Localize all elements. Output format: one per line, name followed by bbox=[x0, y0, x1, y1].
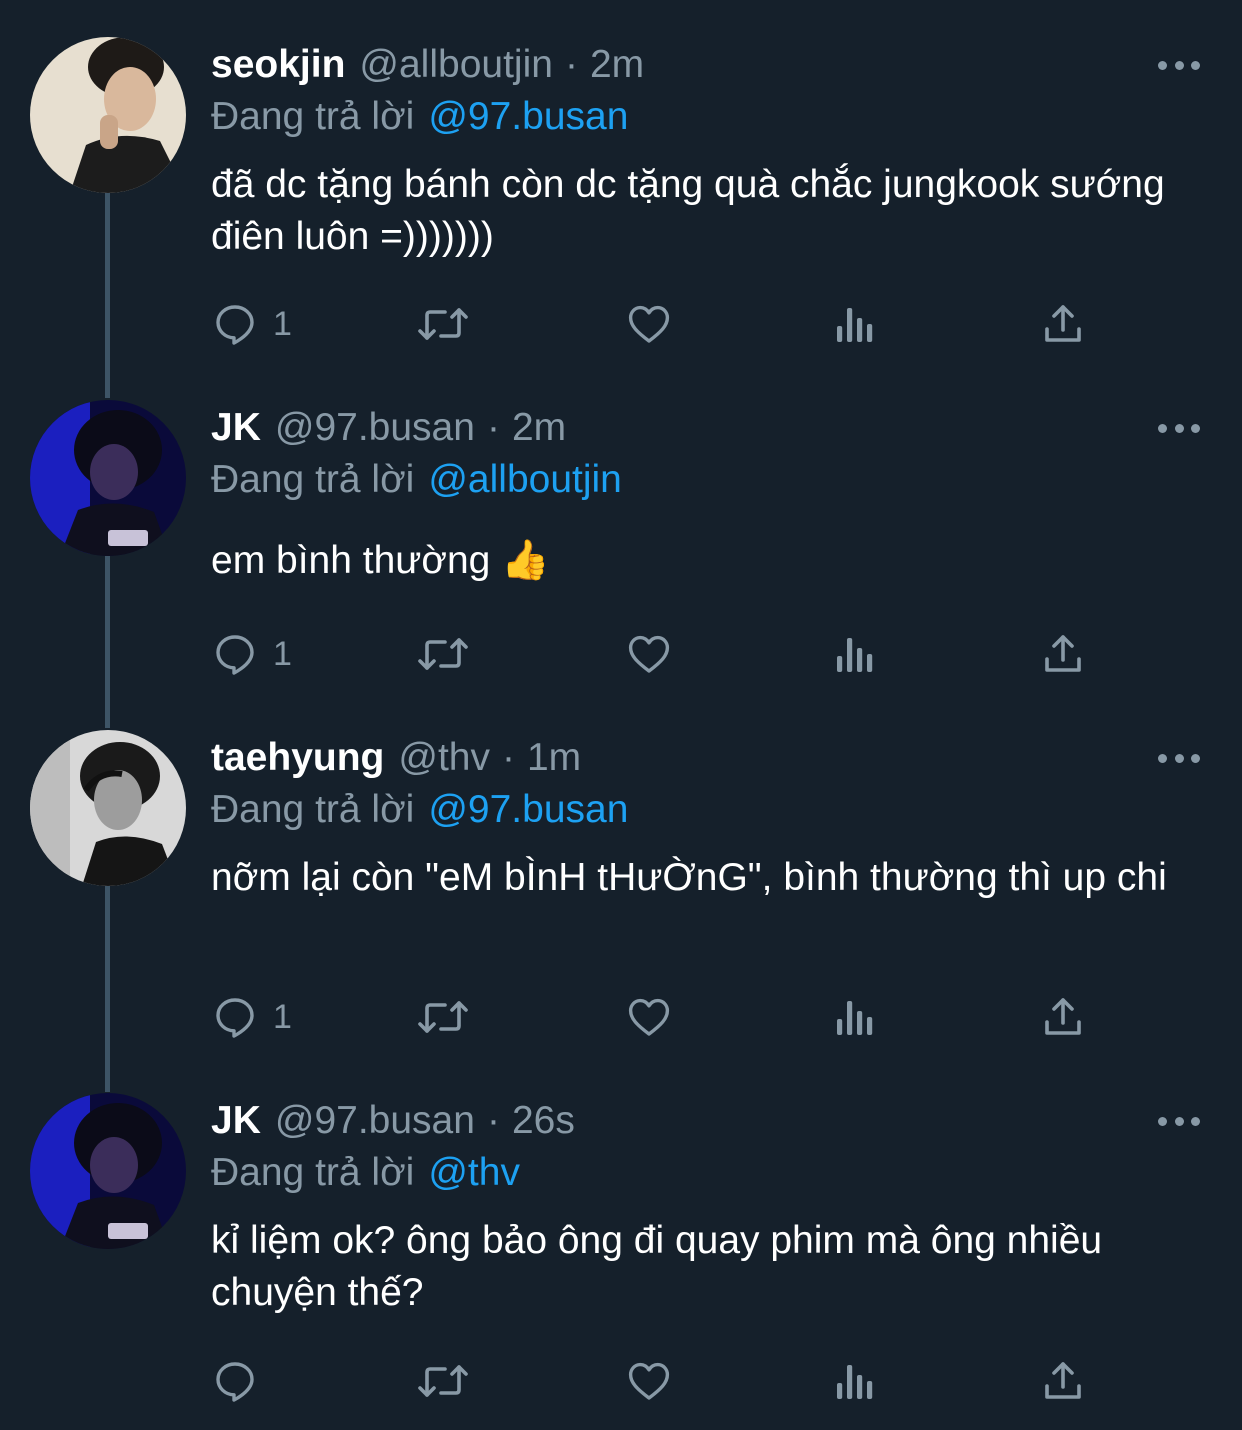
replying-to: Đang trả lời @97.busan bbox=[211, 91, 628, 143]
tweet-header: JK @97.busan · 2m bbox=[211, 402, 566, 454]
tweet-text: em bình thường 👍 bbox=[211, 539, 550, 582]
thread-line-2 bbox=[105, 556, 110, 728]
stats-button[interactable] bbox=[833, 294, 877, 354]
like-icon bbox=[628, 1362, 670, 1400]
share-icon bbox=[1045, 1362, 1081, 1399]
replying-label: Đang trả lời bbox=[211, 458, 415, 501]
replying-to: Đang trả lời @97.busan bbox=[211, 784, 628, 836]
tweet-text: kỉ liệm ok? ông bảo ông đi quay phim mà … bbox=[211, 1219, 1103, 1314]
reply-mention-link[interactable]: @allboutjin bbox=[428, 458, 622, 501]
share-button[interactable] bbox=[1039, 294, 1087, 354]
tweet-actions: 1 bbox=[211, 624, 1091, 684]
avatar[interactable] bbox=[30, 400, 186, 556]
user-name[interactable]: JK bbox=[211, 1095, 261, 1147]
replying-to: Đang trả lời @thv bbox=[211, 1147, 520, 1199]
user-name[interactable]: seokjin bbox=[211, 39, 345, 91]
timestamp[interactable]: 2m bbox=[590, 39, 644, 91]
retweet-icon bbox=[418, 1365, 468, 1397]
reply-count: 1 bbox=[273, 997, 292, 1036]
timestamp[interactable]: 1m bbox=[527, 732, 581, 784]
share-icon bbox=[1045, 305, 1081, 342]
user-name[interactable]: taehyung bbox=[211, 732, 384, 784]
timestamp[interactable]: 26s bbox=[512, 1095, 575, 1147]
stats-icon bbox=[837, 308, 873, 342]
reply-mention-link[interactable]: @97.busan bbox=[428, 788, 628, 831]
tweet-text: nỡm lại còn "eM bÌnH tHưỜnG", bình thườn… bbox=[211, 856, 1167, 899]
replying-label: Đang trả lời bbox=[211, 1151, 415, 1194]
like-icon bbox=[628, 305, 670, 343]
tweet-actions: 1 bbox=[211, 987, 1091, 1047]
thread-line-3 bbox=[105, 886, 110, 1092]
retweet-icon bbox=[418, 638, 468, 670]
separator-dot: · bbox=[486, 1099, 500, 1142]
stats-icon bbox=[837, 1001, 873, 1035]
more-icon[interactable] bbox=[1158, 1113, 1200, 1129]
like-icon bbox=[628, 998, 670, 1036]
reply-icon bbox=[216, 635, 254, 675]
retweet-button[interactable] bbox=[415, 294, 471, 354]
more-icon[interactable] bbox=[1158, 420, 1200, 436]
avatar[interactable] bbox=[30, 1093, 186, 1249]
tweet-actions: 1 bbox=[211, 294, 1091, 354]
like-button[interactable] bbox=[624, 987, 674, 1047]
retweet-button[interactable] bbox=[415, 624, 471, 684]
share-button[interactable] bbox=[1039, 624, 1087, 684]
reply-icon bbox=[216, 998, 254, 1038]
avatar-photo bbox=[30, 1093, 186, 1249]
user-handle[interactable]: @thv bbox=[398, 732, 490, 784]
reply-mention-link[interactable]: @thv bbox=[428, 1151, 520, 1194]
avatar-photo bbox=[30, 400, 186, 556]
replying-label: Đang trả lời bbox=[211, 788, 415, 831]
user-handle[interactable]: @97.busan bbox=[275, 1095, 475, 1147]
avatar-photo bbox=[30, 37, 186, 193]
reply-mention-link[interactable]: @97.busan bbox=[428, 95, 628, 138]
retweet-button[interactable] bbox=[415, 987, 471, 1047]
tweet-text: đã dc tặng bánh còn dc tặng quà chắc jun… bbox=[211, 163, 1165, 258]
thread-line-1 bbox=[105, 192, 110, 398]
like-button[interactable] bbox=[624, 624, 674, 684]
stats-icon bbox=[837, 638, 873, 672]
avatar[interactable] bbox=[30, 730, 186, 886]
separator-dot: · bbox=[501, 736, 515, 779]
more-icon[interactable] bbox=[1158, 750, 1200, 766]
tweet-actions bbox=[211, 1351, 1091, 1411]
separator-dot: · bbox=[486, 406, 500, 449]
reply-button[interactable] bbox=[211, 1351, 273, 1411]
share-icon bbox=[1045, 635, 1081, 672]
reply-button[interactable]: 1 bbox=[211, 624, 292, 684]
like-icon bbox=[628, 635, 670, 673]
retweet-button[interactable] bbox=[415, 1351, 471, 1411]
tweet-header: seokjin @allboutjin · 2m bbox=[211, 39, 644, 91]
avatar-photo bbox=[30, 730, 186, 886]
user-name[interactable]: JK bbox=[211, 402, 261, 454]
stats-button[interactable] bbox=[833, 624, 877, 684]
tweet-header: taehyung @thv · 1m bbox=[211, 732, 581, 784]
reply-button[interactable]: 1 bbox=[211, 294, 292, 354]
separator-dot: · bbox=[564, 43, 578, 86]
share-button[interactable] bbox=[1039, 1351, 1087, 1411]
stats-button[interactable] bbox=[833, 1351, 877, 1411]
stats-button[interactable] bbox=[833, 987, 877, 1047]
replying-to: Đang trả lời @allboutjin bbox=[211, 454, 622, 506]
like-button[interactable] bbox=[624, 1351, 674, 1411]
share-button[interactable] bbox=[1039, 987, 1087, 1047]
reply-icon bbox=[216, 1362, 254, 1402]
share-icon bbox=[1045, 998, 1081, 1035]
user-handle[interactable]: @97.busan bbox=[275, 402, 475, 454]
avatar[interactable] bbox=[30, 37, 186, 193]
stats-icon bbox=[837, 1365, 873, 1399]
like-button[interactable] bbox=[624, 294, 674, 354]
replying-label: Đang trả lời bbox=[211, 95, 415, 138]
reply-count: 1 bbox=[273, 304, 292, 343]
timestamp[interactable]: 2m bbox=[512, 402, 566, 454]
reply-button[interactable]: 1 bbox=[211, 987, 292, 1047]
tweet-header: JK @97.busan · 26s bbox=[211, 1095, 575, 1147]
reply-count: 1 bbox=[273, 634, 292, 673]
reply-icon bbox=[216, 305, 254, 345]
retweet-icon bbox=[418, 1001, 468, 1033]
user-handle[interactable]: @allboutjin bbox=[359, 39, 553, 91]
retweet-icon bbox=[418, 308, 468, 340]
more-icon[interactable] bbox=[1158, 57, 1200, 73]
